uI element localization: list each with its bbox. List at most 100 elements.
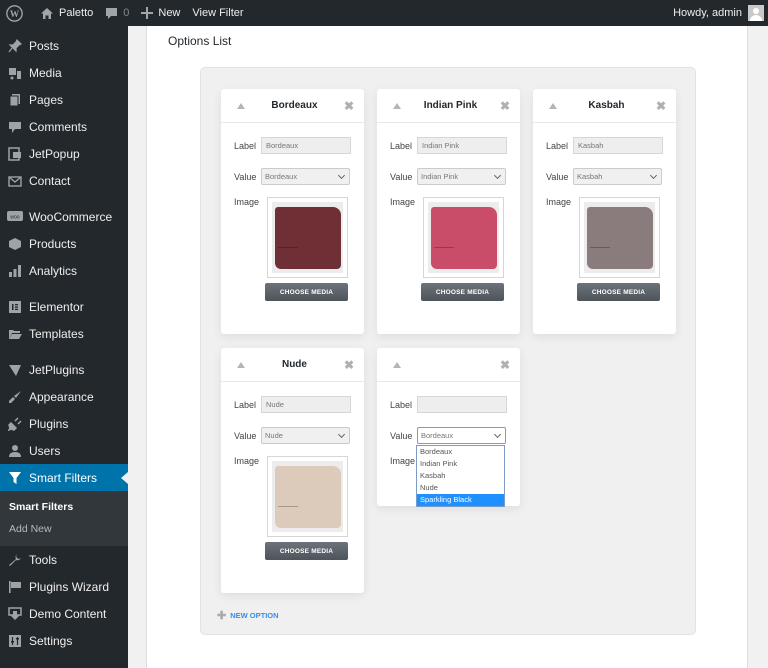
select-value: Nude: [265, 431, 283, 440]
collapse-toggle-icon[interactable]: [549, 102, 557, 109]
sidebar-item-label: JetPlugins: [29, 362, 85, 377]
pages-icon: [7, 92, 23, 108]
view-filter-label: View Filter: [192, 7, 244, 19]
view-filter-link[interactable]: View Filter: [186, 0, 249, 26]
sidebar-item-label: Templates: [29, 326, 84, 341]
sidebar-item-posts[interactable]: Posts: [0, 32, 128, 59]
label-field-label: Label: [390, 140, 413, 151]
option-title: Kasbah: [588, 100, 625, 111]
sidebar-item-label: Contact: [29, 173, 71, 188]
sidebar-item-label: Analytics: [29, 263, 78, 278]
remove-option-icon[interactable]: ✖: [500, 99, 510, 113]
collapse-toggle-icon[interactable]: [237, 102, 245, 109]
collapse-toggle-icon[interactable]: [237, 361, 245, 368]
label-input[interactable]: Kasbah: [573, 137, 663, 154]
value-select[interactable]: Indian Pink: [417, 168, 506, 185]
value-field-label: Value: [390, 430, 413, 441]
sidebar-item-demo-content[interactable]: Demo Content: [0, 600, 128, 627]
sidebar-item-contact[interactable]: Contact: [0, 167, 128, 194]
value-select[interactable]: Bordeaux: [417, 427, 506, 444]
sidebar-item-pages[interactable]: Pages: [0, 86, 128, 113]
select-value: Kasbah: [577, 172, 603, 181]
sidebar-item-elementor[interactable]: Elementor: [0, 293, 128, 320]
sidebar-item-plugins-wizard[interactable]: Plugins Wizard: [0, 573, 128, 600]
sidebar-item-smart-filters[interactable]: Smart Filters: [0, 464, 128, 491]
dropdown-option[interactable]: Nude: [417, 482, 504, 494]
dropdown-option-highlighted[interactable]: Sparkling Black: [417, 494, 504, 506]
sidebar-item-templates[interactable]: Templates: [0, 320, 128, 347]
box-icon: [7, 236, 23, 252]
image-thumbnail: [267, 456, 348, 537]
sidebar-item-tools[interactable]: Tools: [0, 546, 128, 573]
remove-option-icon[interactable]: ✖: [344, 99, 354, 113]
value-dropdown-list: Bordeaux Indian Pink Kasbah Nude Sparkli…: [416, 445, 505, 507]
label-input[interactable]: Bordeaux: [261, 137, 351, 154]
comments-count: 0: [123, 7, 130, 19]
collapse-toggle-icon[interactable]: [393, 102, 401, 109]
label-input[interactable]: Indian Pink: [417, 137, 507, 154]
sidebar-item-jetpopup[interactable]: JetPopup: [0, 140, 128, 167]
wordpress-icon: W: [6, 4, 23, 22]
image-thumbnail: [579, 197, 660, 278]
label-field-label: Label: [234, 140, 257, 151]
image-field-label: Image: [234, 197, 260, 207]
wrench-icon: [7, 552, 23, 568]
sidebar-item-products[interactable]: Products: [0, 230, 128, 257]
sidebar-item-settings[interactable]: Settings: [0, 627, 128, 654]
option-title: Bordeaux: [271, 100, 318, 111]
admin-bar: W Paletto 0 New View Filter Howdy, admin: [0, 0, 768, 26]
wordpress-logo-button[interactable]: W: [0, 0, 34, 26]
remove-option-icon[interactable]: ✖: [344, 358, 354, 372]
sidebar-item-plugins[interactable]: Plugins: [0, 410, 128, 437]
chevron-down-icon: [337, 430, 346, 438]
plug-icon: [7, 416, 23, 432]
value-select[interactable]: Nude: [261, 427, 350, 444]
download-icon: [7, 606, 23, 622]
remove-option-icon[interactable]: ✖: [500, 358, 510, 372]
sidebar-item-label: Tools: [29, 552, 58, 567]
plus-icon: ✚: [217, 610, 227, 622]
jet-icon: [7, 362, 23, 378]
site-name-link[interactable]: Paletto: [34, 0, 99, 26]
comments-link[interactable]: 0: [99, 0, 135, 26]
sidebar-item-media[interactable]: Media: [0, 59, 128, 86]
label-input[interactable]: Nude: [261, 396, 351, 413]
sidebar-item-label: Appearance: [29, 389, 94, 404]
sidebar-item-jetplugins[interactable]: JetPlugins: [0, 356, 128, 383]
choose-media-button[interactable]: CHOOSE MEDIA: [577, 283, 660, 301]
dropdown-option[interactable]: Indian Pink: [417, 458, 504, 470]
new-option-button[interactable]: ✚ NEW OPTION: [217, 609, 279, 622]
sidebar-item-label: Products: [29, 236, 77, 251]
sidebar-item-analytics[interactable]: Analytics: [0, 257, 128, 284]
comment-icon: [106, 7, 118, 19]
sidebar-item-appearance[interactable]: Appearance: [0, 383, 128, 410]
dropdown-option[interactable]: Kasbah: [417, 470, 504, 482]
submenu-item-add-new[interactable]: Add New: [0, 518, 128, 540]
new-label: New: [158, 7, 181, 19]
value-select[interactable]: Kasbah: [573, 168, 662, 185]
sidebar-item-woocommerce[interactable]: woo WooCommerce: [0, 203, 128, 230]
sidebar-item-label: Settings: [29, 633, 73, 648]
option-title: Nude: [281, 359, 307, 370]
collapse-toggle-icon[interactable]: [393, 361, 401, 368]
elementor-icon: [7, 299, 23, 315]
smart-filters-submenu: Smart Filters Add New: [0, 491, 128, 546]
site-name: Paletto: [59, 7, 94, 19]
main-content: Options List Bordeaux ✖ Label Bordeaux Va…: [146, 26, 748, 668]
sidebar-item-comments[interactable]: Comments: [0, 113, 128, 140]
image-thumbnail: [423, 197, 504, 278]
sidebar-item-label: Posts: [29, 38, 60, 53]
choose-media-button[interactable]: CHOOSE MEDIA: [421, 283, 504, 301]
label-input[interactable]: [417, 396, 507, 413]
image-field-label: Image: [234, 456, 260, 466]
my-account-link[interactable]: Howdy, admin: [667, 0, 768, 26]
remove-option-icon[interactable]: ✖: [656, 99, 666, 113]
select-value: Bordeaux: [421, 431, 454, 440]
dropdown-option[interactable]: Bordeaux: [417, 446, 504, 458]
choose-media-button[interactable]: CHOOSE MEDIA: [265, 542, 348, 560]
value-select[interactable]: Bordeaux: [261, 168, 350, 185]
choose-media-button[interactable]: CHOOSE MEDIA: [265, 283, 348, 301]
submenu-item-smart-filters[interactable]: Smart Filters: [0, 496, 128, 518]
sidebar-item-users[interactable]: Users: [0, 437, 128, 464]
new-content-link[interactable]: New: [135, 0, 186, 26]
